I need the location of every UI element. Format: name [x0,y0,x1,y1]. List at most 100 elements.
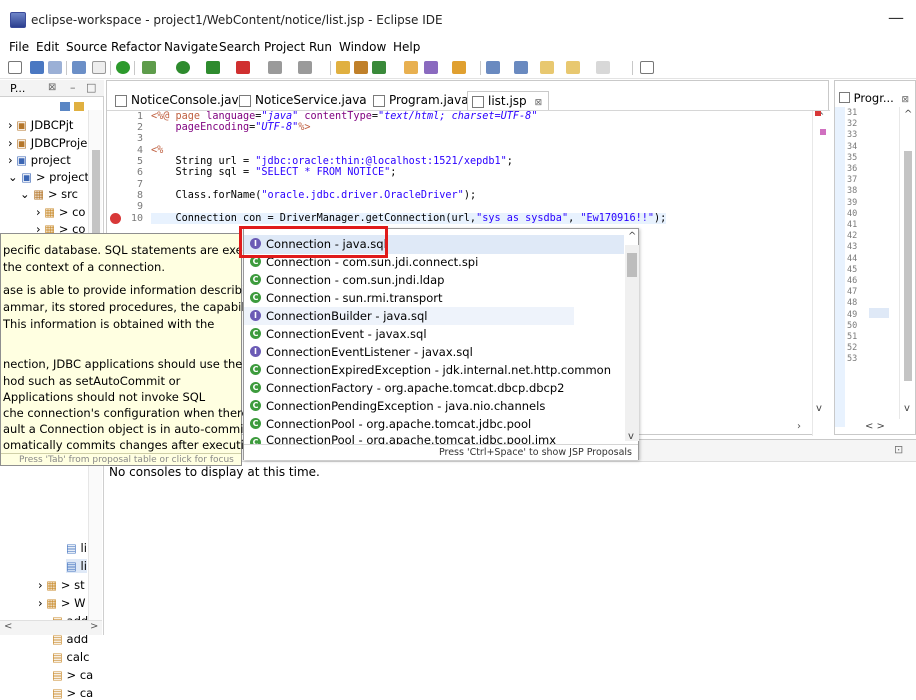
search-icon[interactable] [424,61,438,74]
skip-icon[interactable] [298,61,312,74]
tree-item[interactable]: ▤ li [66,541,87,555]
run-icon[interactable] [176,61,190,74]
right-gutter [835,107,845,427]
proposal-scrollbar[interactable]: ^ v [625,231,639,442]
next-annotation-icon[interactable] [486,61,500,74]
stop-icon[interactable] [268,61,282,74]
tab-noticeconsole[interactable]: NoticeConsole.java [111,91,250,110]
error-marker-icon[interactable] [110,213,121,224]
doc-line: ault a Connection object is in auto-comm… [3,422,248,436]
open-type-icon[interactable] [404,61,418,74]
forward-icon[interactable] [596,61,610,74]
tab-program[interactable]: Program.java [369,91,473,110]
coverage-icon[interactable] [236,61,250,74]
proposal-item[interactable]: C ConnectionFactory - org.apache.tomcat.d… [250,379,565,397]
new-class-icon[interactable] [354,61,368,74]
debug-icon[interactable] [142,61,156,74]
proposal-item[interactable]: I ConnectionBuilder - java.sql [250,307,427,325]
doc-line: the context of a connection. [3,260,165,274]
proposal-item[interactable]: C Connection - sun.rmi.transport [250,289,442,307]
tree-item[interactable]: ▤ calc [52,650,89,664]
tree-item[interactable]: ⌄ ▦ > src [20,187,78,201]
line-number: 4 [136,145,143,156]
right-hscroll[interactable]: < > [865,421,885,432]
doc-line: nection, JDBC applications should use th… [3,357,243,371]
package-explorer-tab[interactable]: P... ⊠ – □ [0,80,104,97]
prev-annotation-icon[interactable] [514,61,528,74]
right-scrollbar[interactable]: ^ v [899,107,915,419]
last-edit-icon[interactable] [540,61,554,74]
proposal-item[interactable]: C ConnectionPool - org.apache.tomcat.jdbc… [250,415,531,433]
line-number: 3 [136,133,143,144]
explorer-hscrollbar[interactable]: < > [0,620,102,635]
code-line: pageEncoding="UTF-8"%> [151,122,311,133]
tree-item[interactable]: ⌄ ▣ > project1 [8,170,96,184]
save-all-icon[interactable] [48,61,62,74]
tree-item[interactable]: ▤ > ca [52,686,93,700]
line-number: 9 [136,201,143,212]
minimize-button[interactable]: — [888,8,904,27]
menu-file[interactable]: File [9,40,29,54]
code-line: Connection con = DriverManager.getConnec… [151,213,667,224]
toggle-icon[interactable] [92,61,106,74]
doc-line: omatically commits changes after executi… [3,438,259,452]
code-line: <%@ page language="java" contentType="te… [151,111,538,122]
tree-item[interactable]: › ▣ JDBCPjt [8,118,73,132]
tree-item[interactable]: ▤ > ca [52,668,93,682]
tree-item[interactable]: › ▦ > W [38,596,85,610]
pin-editor-icon[interactable] [640,61,654,74]
menu-edit[interactable]: Edit [36,40,59,54]
run-external-icon[interactable] [206,61,220,74]
close-tab-icon[interactable]: ⊠ [535,98,543,108]
back-icon[interactable] [566,61,580,74]
proposal-item[interactable]: C ConnectionEvent - javax.sql [250,325,427,343]
minimize-view-icon[interactable]: – [70,81,76,94]
content-assist-popup: I Connection - java.sql C Connection - com… [243,228,639,460]
doc-line: This information is obtained with the [3,317,215,331]
editor-tabs: NoticeConsole.java NoticeService.java Pr… [107,89,830,111]
collapse-all-icon[interactable] [60,102,70,111]
link-editor-icon[interactable] [74,102,84,111]
menu-help[interactable]: Help [393,40,420,54]
proposal-item[interactable]: I ConnectionEventListener - javax.sql [250,343,473,361]
menu-navigate[interactable]: Navigate [164,40,218,54]
open-task-icon[interactable] [452,61,466,74]
tree-item[interactable]: › ▣ JDBCProje [8,136,87,150]
line-number: 1 [136,111,143,122]
open-console-icon[interactable]: ⊡ [894,443,903,456]
tree-item[interactable]: ▤ li [66,559,87,573]
eclipse-app-icon [10,12,26,28]
save-icon[interactable] [30,61,44,74]
proposal-item[interactable]: C Connection - com.sun.jndi.ldap [250,271,444,289]
new-icon[interactable] [8,61,22,74]
menu-bar: File Edit Source Refactor Navigate Searc… [0,37,916,57]
tab-program-right[interactable]: Progr... ⊠ [839,91,909,105]
new-package-icon[interactable] [336,61,350,74]
tree-item[interactable]: › ▣ project [8,153,71,167]
menu-source[interactable]: Source [66,40,107,54]
maximize-view-icon[interactable]: □ [86,81,96,94]
tree-item[interactable]: › ▦ > co [36,205,85,219]
scroll-right-icon[interactable]: › [797,421,801,432]
right-line-numbers: 31 32 33 34 35 36 37 38 39 40 41 42 43 44 45 46 47 48 49 50… [847,108,858,365]
proposal-item[interactable]: C ConnectionPendingException - java.nio.c… [250,397,545,415]
menu-refactor[interactable]: Refactor [111,40,161,54]
close-icon[interactable]: ⊠ [48,82,56,93]
editor-scrollbar[interactable]: ^ v [812,111,829,436]
menu-window[interactable]: Window [339,40,386,54]
menu-search[interactable]: Search [219,40,260,54]
menu-run[interactable]: Run [309,40,332,54]
proposal-footer: Press 'Ctrl+Space' to show JSP Proposals [244,444,638,460]
overview-marker[interactable] [820,129,826,135]
new-item-icon[interactable] [372,61,386,74]
tree-item[interactable]: › ▦ > st [38,578,85,592]
terminal-icon[interactable] [72,61,86,74]
menu-project[interactable]: Project [264,40,305,54]
proposal-item[interactable]: C ConnectionExpiredException - jdk.intern… [250,361,611,379]
tab-noticeservice[interactable]: NoticeService.java [235,91,371,110]
tab-list-jsp[interactable]: list.jsp ⊠ [467,91,549,110]
error-overview-marker[interactable] [815,111,821,116]
proposal-item[interactable]: C ConnectionPool - org.apache.tomcat.idbc… [250,433,556,444]
server-icon[interactable] [116,61,130,74]
code-area[interactable]: <%@ page language="java" contentType="te… [151,111,811,231]
